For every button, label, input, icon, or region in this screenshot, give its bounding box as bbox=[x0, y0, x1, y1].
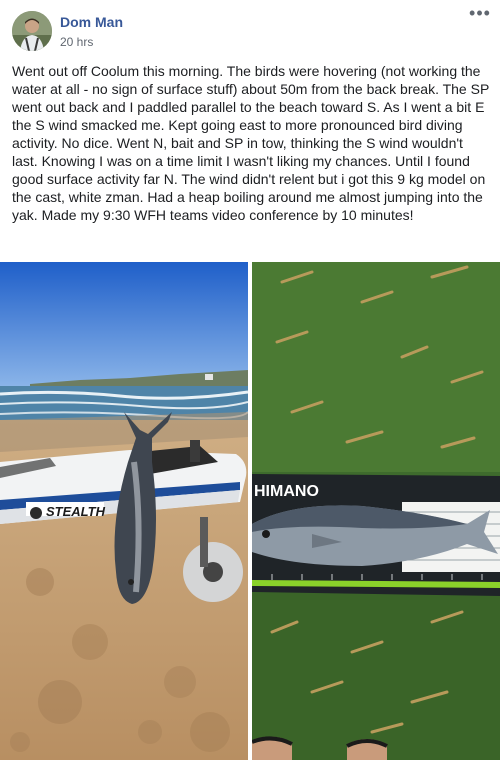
photo-grid: STEALTH HIMANO bbox=[0, 262, 500, 760]
more-options-icon[interactable]: ••• bbox=[468, 4, 492, 26]
fish-on-ruler-photo[interactable]: HIMANO bbox=[252, 262, 500, 760]
ruler-brand-text: HIMANO bbox=[254, 483, 319, 500]
post-timestamp[interactable]: 20 hrs bbox=[60, 35, 93, 49]
avatar-image bbox=[12, 11, 52, 51]
beach-kayak-photo[interactable]: STEALTH bbox=[0, 262, 248, 760]
kayak-brand-text: STEALTH bbox=[46, 504, 106, 519]
author-name[interactable]: Dom Man bbox=[60, 14, 123, 30]
post-body-text: Went out off Coolum this morning. The bi… bbox=[12, 63, 490, 223]
post-header: Dom Man 20 hrs ••• bbox=[0, 0, 500, 56]
avatar[interactable] bbox=[12, 11, 52, 51]
